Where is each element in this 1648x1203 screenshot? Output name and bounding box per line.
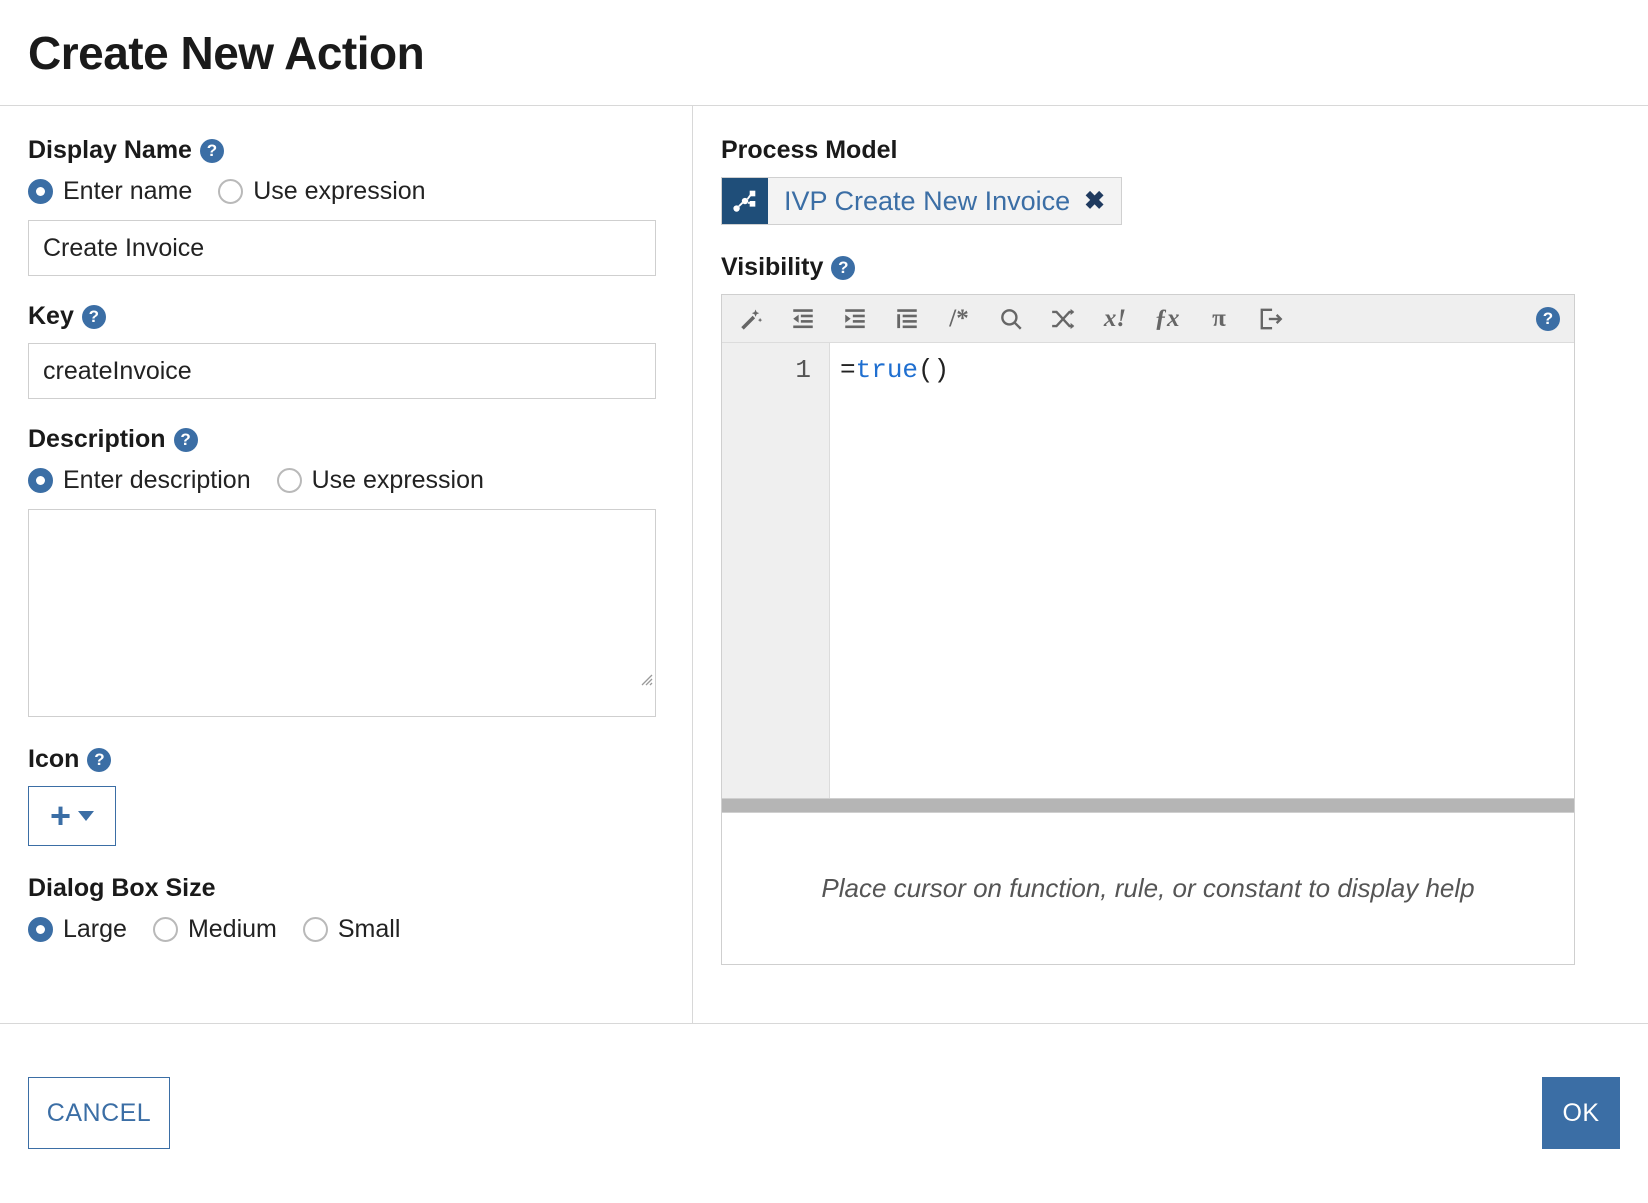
right-column: Process Model IVP Create New Invoice ✖ V… xyxy=(693,106,1648,1023)
dialog-footer: CANCEL OK xyxy=(0,1023,1648,1202)
description-radio-group: Enter description Use expression xyxy=(28,466,664,495)
visibility-label-text: Visibility xyxy=(721,253,824,281)
radio-size-large[interactable]: Large xyxy=(28,915,127,944)
dialog-size-label-text: Dialog Box Size xyxy=(28,874,216,902)
line-number: 1 xyxy=(795,355,811,385)
radio-use-expression-name[interactable]: Use expression xyxy=(218,177,426,206)
radio-enter-name[interactable]: Enter name xyxy=(28,177,192,206)
help-icon[interactable]: ? xyxy=(199,138,224,163)
display-name-radio-group: Enter name Use expression xyxy=(28,177,664,206)
radio-label: Use expression xyxy=(253,177,426,205)
help-icon[interactable]: ? xyxy=(81,304,106,329)
radio-label: Medium xyxy=(187,915,277,943)
radio-mark[interactable] xyxy=(302,917,328,942)
dialog-size-radio-group: Large Medium Small xyxy=(28,915,664,944)
process-model-chip-label: IVP Create New Invoice xyxy=(784,185,1071,216)
expression-help-panel: Place cursor on function, rule, or const… xyxy=(721,813,1575,965)
icon-label-text: Icon xyxy=(28,745,80,773)
help-icon[interactable]: ? xyxy=(831,255,856,280)
code-prefix: = xyxy=(840,355,856,385)
radio-use-expression-description[interactable]: Use expression xyxy=(276,466,484,495)
shuffle-icon[interactable] xyxy=(1048,304,1078,334)
code-input[interactable]: =true() xyxy=(830,343,1574,798)
comment-icon[interactable]: /* xyxy=(944,304,974,334)
clear-variable-icon[interactable]: x! xyxy=(1100,304,1130,334)
page-title: Create New Action xyxy=(0,0,1648,106)
radio-label: Small xyxy=(337,915,401,943)
process-model-label-text: Process Model xyxy=(721,136,898,164)
key-label: Key ? xyxy=(28,302,664,331)
format-list-icon[interactable] xyxy=(892,304,922,334)
description-label-text: Description xyxy=(28,425,166,453)
radio-label: Use expression xyxy=(311,466,484,494)
display-name-label: Display Name ? xyxy=(28,136,664,165)
process-model-chip[interactable]: IVP Create New Invoice ✖ xyxy=(721,177,1123,225)
radio-label: Enter description xyxy=(63,466,251,494)
radio-mark[interactable] xyxy=(218,179,244,204)
chevron-down-icon xyxy=(78,811,95,821)
code-suffix: () xyxy=(918,355,950,385)
dialog-size-label: Dialog Box Size xyxy=(28,874,664,903)
visibility-label: Visibility ? xyxy=(721,253,1620,282)
plus-icon: + xyxy=(49,794,72,836)
indent-icon[interactable] xyxy=(840,304,870,334)
editor-horizontal-scrollbar[interactable] xyxy=(722,798,1574,812)
display-name-input[interactable] xyxy=(28,220,656,276)
search-icon[interactable] xyxy=(996,304,1026,334)
process-model-label: Process Model xyxy=(721,136,1620,165)
expression-editor: /* x! ƒx π ? 1 =true() xyxy=(721,294,1575,813)
ok-button[interactable]: OK xyxy=(1542,1077,1620,1149)
radio-label: Large xyxy=(63,915,127,943)
radio-mark[interactable] xyxy=(276,468,302,493)
function-icon[interactable]: ƒx xyxy=(1152,304,1182,334)
outdent-icon[interactable] xyxy=(788,304,818,334)
process-model-icon xyxy=(722,178,768,224)
radio-size-medium[interactable]: Medium xyxy=(152,915,277,944)
editor-main: 1 =true() xyxy=(722,343,1574,798)
editor-toolbar: /* x! ƒx π ? xyxy=(722,295,1574,343)
expression-help-text: Place cursor on function, rule, or const… xyxy=(821,873,1475,903)
radio-size-small[interactable]: Small xyxy=(302,915,401,944)
key-input[interactable] xyxy=(28,343,656,399)
help-icon[interactable]: ? xyxy=(1536,306,1560,331)
close-icon[interactable]: ✖ xyxy=(1084,188,1121,214)
pi-icon[interactable]: π xyxy=(1204,304,1234,334)
description-textarea[interactable] xyxy=(28,509,656,717)
key-label-text: Key xyxy=(28,302,74,330)
display-name-label-text: Display Name xyxy=(28,136,192,164)
cancel-button[interactable]: CANCEL xyxy=(28,1077,170,1149)
export-icon[interactable] xyxy=(1256,304,1286,334)
code-keyword: true xyxy=(855,355,919,385)
radio-mark[interactable] xyxy=(28,917,53,942)
help-icon[interactable]: ? xyxy=(87,747,112,772)
radio-mark[interactable] xyxy=(152,917,178,942)
icon-label: Icon ? xyxy=(28,745,664,774)
magic-wand-icon[interactable] xyxy=(736,304,766,334)
radio-enter-description[interactable]: Enter description xyxy=(28,466,251,495)
radio-label: Enter name xyxy=(63,177,193,205)
left-column: Display Name ? Enter name Use expression… xyxy=(0,106,693,1023)
dialog-body: Display Name ? Enter name Use expression… xyxy=(0,106,1648,1023)
description-textarea-wrap xyxy=(28,509,656,717)
icon-picker-button[interactable]: + xyxy=(28,786,116,846)
radio-mark[interactable] xyxy=(28,468,53,493)
radio-mark[interactable] xyxy=(28,179,53,204)
help-icon[interactable]: ? xyxy=(173,427,198,452)
description-label: Description ? xyxy=(28,425,664,454)
line-number-gutter: 1 xyxy=(722,343,830,798)
